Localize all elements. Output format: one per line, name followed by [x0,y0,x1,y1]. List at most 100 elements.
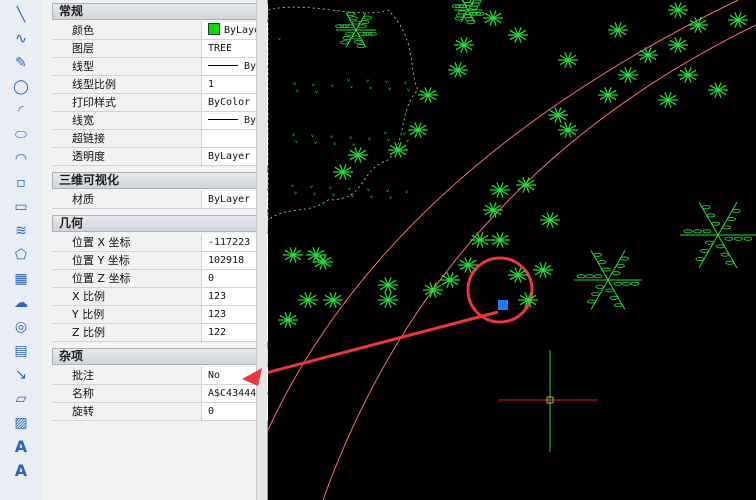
property-label: X 比例 [52,288,202,305]
svg-text:ᵥ: ᵥ [388,83,391,92]
grass-tuft-symbol [658,92,678,108]
svg-text:ᵥ: ᵥ [387,134,390,143]
polyline-icon[interactable]: ✎ [10,54,32,72]
grass-tuft-symbol [678,67,698,83]
svg-text:ᵥ: ᵥ [368,133,371,142]
grass-tuft-symbol [298,292,318,308]
property-value-text: ByLayer [208,151,251,162]
arc-icon[interactable]: ◜ [10,102,32,120]
svg-text:ᵥ: ᵥ [406,135,409,144]
block-icon[interactable]: ▦ [10,270,32,288]
svg-text:ᵥ: ᵥ [314,137,317,146]
grass-tuft-symbol [470,232,490,248]
svg-text:ᵥ: ᵥ [369,82,372,91]
svg-text:ᵥ: ᵥ [315,86,318,95]
property-label: 旋转 [52,403,202,420]
multiline-icon[interactable]: ↘ [10,366,32,384]
svg-text:ᵥ: ᵥ [329,182,332,191]
svg-text:ᵥ: ᵥ [384,127,387,136]
grass-tuft-symbol [483,202,503,218]
grass-tuft-symbol [378,292,398,308]
svg-text:ᵥ: ᵥ [293,78,296,87]
property-label: 图层 [52,40,202,57]
grass-tuft-symbol [483,10,503,26]
grass-tuft-symbol [448,62,468,78]
annotation-arrow-head [242,368,262,386]
color-swatch-icon [208,23,220,35]
svg-text:ᵥ: ᵥ [291,180,294,189]
property-value-text: TREE [208,43,233,54]
property-value-text: -117223 [208,237,251,248]
section-title: 常规 [59,4,84,18]
svg-text:ᵥ: ᵥ [331,80,334,89]
text-icon[interactable]: A [10,438,32,456]
svg-text:ᵥ: ᵥ [330,131,333,140]
property-value-text: 122 [208,327,227,338]
spline-icon[interactable]: ∿ [10,30,32,48]
property-label: 位置 X 坐标 [52,234,202,251]
insertion-grip[interactable] [498,300,508,310]
rectangle-icon[interactable]: ▭ [10,198,32,216]
property-value-text: 0 [208,273,215,284]
circle-icon[interactable]: ◯ [10,78,32,96]
grass-tuft-symbol [558,52,578,68]
property-value-text: 123 [208,291,227,302]
svg-text:ᵥ: ᵥ [350,81,353,90]
section-title: 几何 [59,216,84,230]
grass-tuft-symbol [278,312,298,328]
draw-toolbar: ╲ ∿ ✎ ◯ ◜ ⬭ ◠ ▫ ▭ ≋ ⬠ ▦ ☁ ◎ ▤ ↘ ▱ ▨ A A [0,0,43,500]
table-icon[interactable]: ▤ [10,342,32,360]
hatch-spiral-icon[interactable]: ≋ [10,222,32,240]
grass-tuft-symbol [423,282,443,298]
svg-text:ᵥ: ᵥ [311,130,314,139]
svg-text:ᵥ: ᵥ [407,84,410,93]
grass-tuft-symbol [608,22,628,38]
property-value-text: 123 [208,309,227,320]
line-icon[interactable]: ╲ [10,6,32,24]
cloud-icon[interactable]: ☁ [10,294,32,312]
grass-tuft-symbol [454,37,474,53]
svg-text:ᵥ: ᵥ [313,188,316,197]
svg-text:ᵥ: ᵥ [292,129,295,138]
property-label: 材质 [52,191,202,208]
grass-tuft-symbol [540,212,560,228]
polygon-icon[interactable]: ⬠ [10,246,32,264]
svg-text:ᵥ: ᵥ [352,139,355,148]
svg-text:ᵥ: ᵥ [347,74,350,83]
property-label: Z 比例 [52,324,202,341]
grass-tuft-symbol [618,67,638,83]
property-label: 名称 [52,385,202,402]
line-sample-icon [208,65,238,66]
ellipse-icon[interactable]: ⬭ [10,126,32,144]
property-label: 线型 [52,58,202,75]
grass-tuft-symbol [440,272,460,288]
grass-tuft-symbol [306,247,326,263]
tree-canopy-symbol [574,250,642,310]
highlight-circle [466,256,534,324]
property-value-text: 1 [208,79,215,90]
line-sample-icon [208,119,238,120]
ellipse-arc-icon[interactable]: ◠ [10,150,32,168]
property-value-text: 0 [208,406,215,417]
tree-canopy-symbol [451,0,485,25]
region-icon[interactable]: ▱ [10,390,32,408]
property-value-text: ByColor [208,97,251,108]
palette-scrollbar[interactable] [256,0,267,500]
tree-canopy-symbol [680,201,756,269]
grass-tuft-symbol [668,37,688,53]
drawing-canvas[interactable]: ᵥᵥᵥᵥᵥᵥᵥᵥᵥᵥᵥᵥᵥᵥᵥᵥᵥᵥᵥᵥᵥᵥᵥᵥᵥᵥᵥᵥᵥᵥᵥᵥᵥᵥᵥᵥᵥᵥᵥᵥ [268,0,756,500]
hatch-icon[interactable]: ▨ [10,414,32,432]
drawing-svg: ᵥᵥᵥᵥᵥᵥᵥᵥᵥᵥᵥᵥᵥᵥᵥᵥᵥᵥᵥᵥᵥᵥᵥᵥᵥᵥᵥᵥᵥᵥᵥᵥᵥᵥᵥᵥᵥᵥᵥᵥ [268,0,756,500]
grass-tuft-symbol [408,122,428,138]
svg-text:ᵥ: ᵥ [349,132,352,141]
property-value-text: 102918 [208,255,245,266]
property-label: 透明度 [52,148,202,165]
mtext-icon[interactable]: A [10,462,32,480]
grass-tuft-symbol [490,232,510,248]
point-icon[interactable]: ▫ [10,174,32,192]
grass-tuft-symbol [668,2,688,18]
property-label: 批注 [52,367,202,384]
grass-tuft-symbol [638,47,658,63]
donut-icon[interactable]: ◎ [10,318,32,336]
grass-tuft-symbol [708,82,728,98]
